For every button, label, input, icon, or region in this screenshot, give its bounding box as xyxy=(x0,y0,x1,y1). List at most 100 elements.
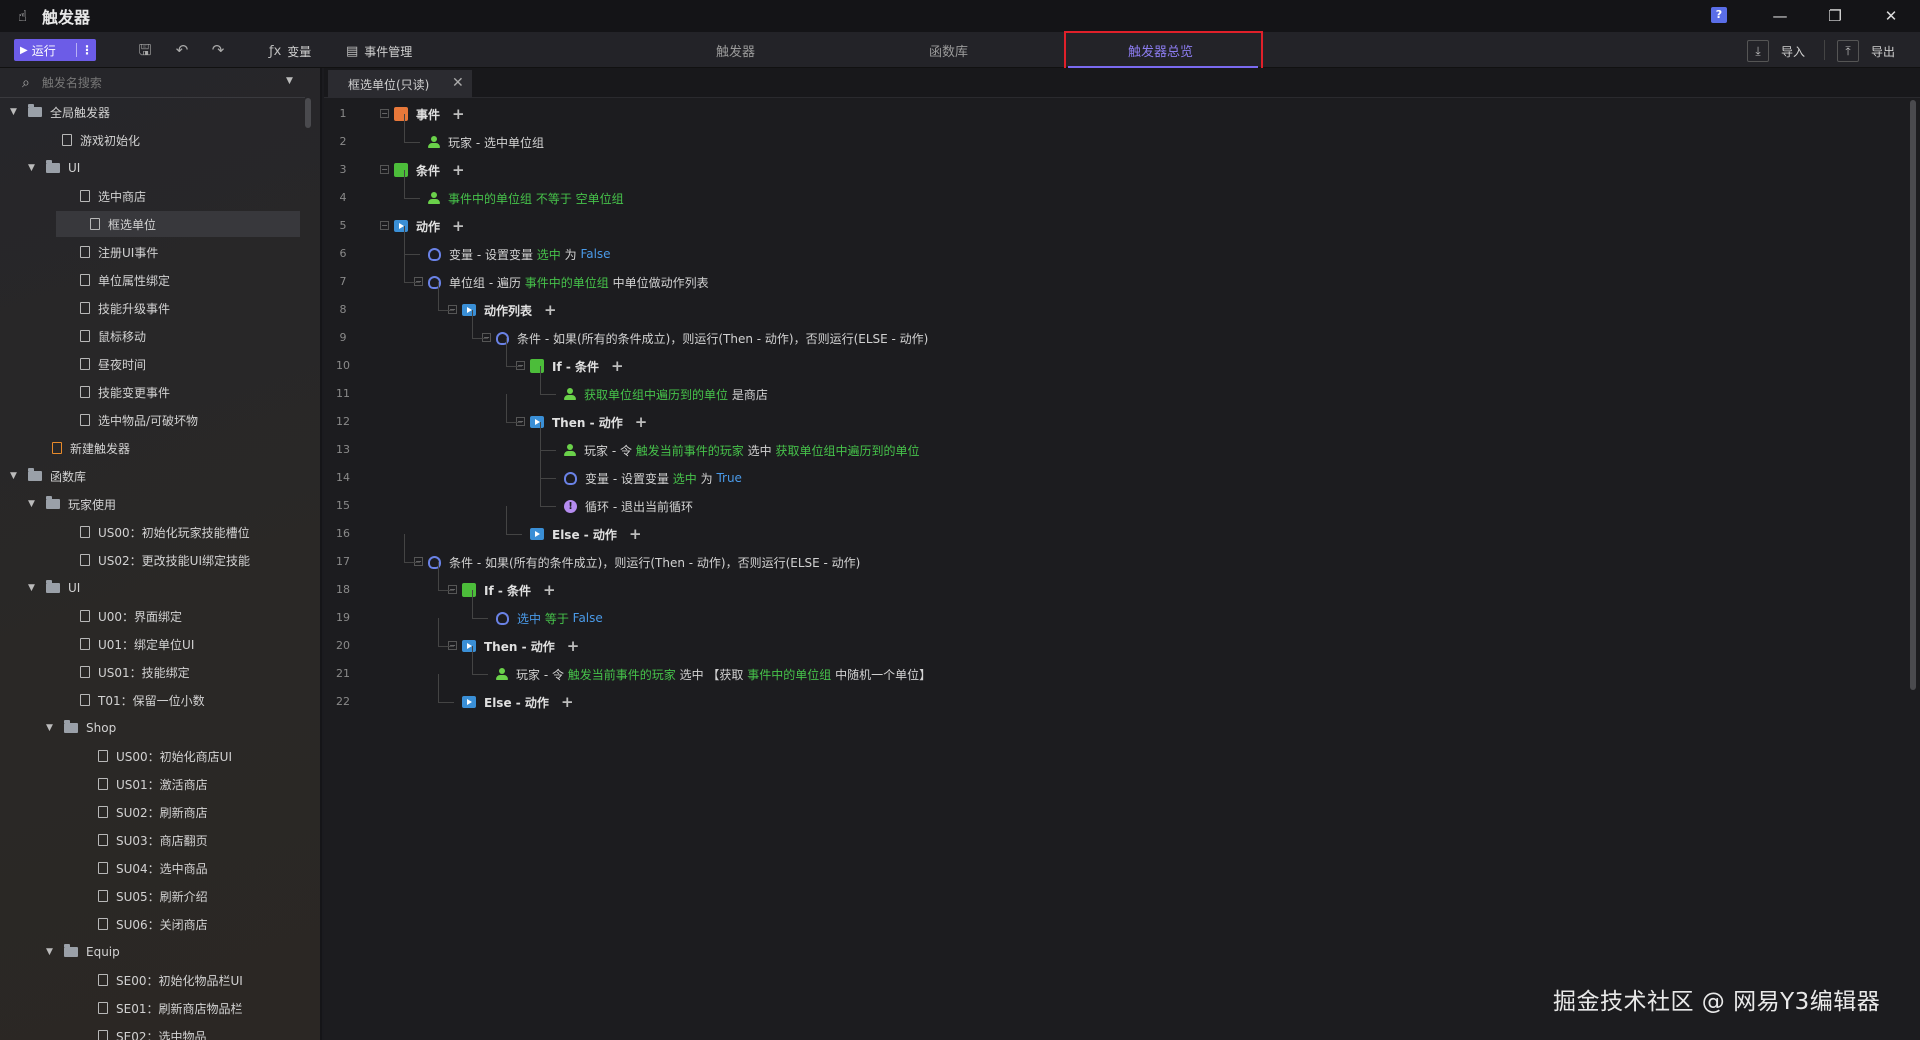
add-icon[interactable]: + xyxy=(452,161,465,179)
restore-button[interactable]: ❐ xyxy=(1820,4,1850,28)
add-icon[interactable]: + xyxy=(544,301,557,319)
tree-folder[interactable]: ▼ UI xyxy=(28,155,300,181)
tree-item[interactable]: SU04：选中商品 xyxy=(64,855,300,881)
tree-folder[interactable]: ▼ UI xyxy=(28,575,300,601)
tree-item[interactable]: 单位属性绑定 xyxy=(46,267,300,293)
tree-item[interactable]: SE01：刷新商店物品栏 xyxy=(64,995,300,1021)
save-icon[interactable]: 🖫 xyxy=(135,40,155,60)
trigger-line[interactable]: 条件 - 如果(所有的条件成立)，则运行(Then - 动作)，否则运行(ELS… xyxy=(428,552,860,572)
trigger-line[interactable]: 选中 等于 False xyxy=(496,608,603,628)
trigger-line[interactable]: Else - 动作 + xyxy=(462,692,574,712)
search-input[interactable] xyxy=(41,75,252,90)
parameter-token[interactable]: False xyxy=(573,611,603,625)
undo-icon[interactable]: ↶ xyxy=(172,40,192,60)
parameter-token[interactable]: True xyxy=(716,471,742,485)
tree-item[interactable]: SU03：商店翻页 xyxy=(64,827,300,853)
expand-arrow-icon[interactable]: ▼ xyxy=(46,723,56,733)
tree-folder[interactable]: ▼ Shop xyxy=(46,715,300,741)
tree-item[interactable]: US01：激活商店 xyxy=(64,771,300,797)
trigger-line[interactable]: 获取单位组中遍历到的单位 是商店 xyxy=(564,384,768,404)
parameter-token[interactable]: 触发当前事件的玩家 xyxy=(636,442,744,459)
expand-arrow-icon[interactable]: ▼ xyxy=(28,583,38,593)
add-icon[interactable]: + xyxy=(543,581,556,599)
tree-folder[interactable]: ▼ 全局触发器 xyxy=(10,99,300,125)
parameter-token[interactable]: 获取单位组中遍历到的单位 xyxy=(584,386,728,403)
help-icon[interactable]: ? xyxy=(1711,7,1727,23)
redo-icon[interactable]: ↷ xyxy=(208,40,228,60)
add-icon[interactable]: + xyxy=(567,637,580,655)
parameter-token[interactable]: 事件中的单位组 xyxy=(747,666,831,683)
expand-arrow-icon[interactable]: ▼ xyxy=(46,947,56,957)
tree-item[interactable]: SU06：关闭商店 xyxy=(64,911,300,937)
tree-folder[interactable]: ▼ Equip xyxy=(46,939,300,965)
collapse-toggle-icon[interactable]: − xyxy=(380,221,389,230)
parameter-token[interactable]: 事件中的单位组 xyxy=(448,190,532,207)
add-icon[interactable]: + xyxy=(629,525,642,543)
tree-item[interactable]: US00：初始化商店UI xyxy=(64,743,300,769)
trigger-line[interactable]: Else - 动作 + xyxy=(530,524,642,544)
chevron-down-icon[interactable]: ▼ xyxy=(286,76,293,86)
tree-item[interactable]: 选中物品/可破坏物 xyxy=(46,407,300,433)
trigger-line[interactable]: 变量 - 设置变量 选中 为 True xyxy=(564,468,742,488)
trigger-line[interactable]: ! 循环 - 退出当前循环 xyxy=(564,496,693,516)
run-button[interactable]: ▶ 运行 ⋮ xyxy=(14,39,96,61)
parameter-token[interactable]: 选中 xyxy=(537,246,561,263)
tree-item[interactable]: US02：更改技能UI绑定技能 xyxy=(46,547,300,573)
more-options-icon[interactable]: ⋮ xyxy=(80,39,94,61)
tree-item[interactable]: 游戏初始化 xyxy=(28,127,300,153)
trigger-line[interactable]: Then - 动作 + xyxy=(462,636,579,656)
tree-item[interactable]: 新建触发器 xyxy=(28,435,300,461)
tree-item[interactable]: SU02：刷新商店 xyxy=(64,799,300,825)
tree-item[interactable]: 技能升级事件 xyxy=(46,295,300,321)
editor-scrollbar[interactable] xyxy=(1910,100,1916,690)
trigger-line[interactable]: 玩家 - 选中单位组 xyxy=(428,132,544,152)
add-icon[interactable]: + xyxy=(561,693,574,711)
trigger-line[interactable]: Then - 动作 + xyxy=(530,412,647,432)
import-button[interactable]: ⤓ 导入 xyxy=(1747,40,1805,62)
parameter-token[interactable]: 不等于 xyxy=(532,190,576,207)
add-icon[interactable]: + xyxy=(635,413,648,431)
expand-arrow-icon[interactable]: ▼ xyxy=(10,471,20,481)
expand-arrow-icon[interactable]: ▼ xyxy=(10,107,20,117)
trigger-line[interactable]: 动作列表 + xyxy=(462,300,557,320)
trigger-line[interactable]: If - 条件 + xyxy=(530,356,624,376)
tree-item[interactable]: SE02：选中物品 xyxy=(64,1023,300,1040)
tree-item[interactable]: U01：绑定单位UI xyxy=(46,631,300,657)
trigger-line[interactable]: 玩家 - 令 触发当前事件的玩家 选中 【获取 事件中的单位组 中随机一个单位】 xyxy=(496,664,931,684)
tree-item[interactable]: SU05：刷新介绍 xyxy=(64,883,300,909)
add-icon[interactable]: + xyxy=(452,217,465,235)
collapse-toggle-icon[interactable]: − xyxy=(380,165,389,174)
close-button[interactable]: ✕ xyxy=(1876,4,1906,28)
sidebar-scrollbar[interactable] xyxy=(305,98,311,128)
parameter-token[interactable]: False xyxy=(580,247,610,261)
tree-item[interactable]: 注册UI事件 xyxy=(46,239,300,265)
trigger-line[interactable]: If - 条件 + xyxy=(462,580,556,600)
event-management-button[interactable]: ▤ 事件管理 xyxy=(346,41,412,61)
variables-button[interactable]: ƒx 变量 xyxy=(269,41,311,61)
export-button[interactable]: ⤒ 导出 xyxy=(1837,40,1895,62)
parameter-token[interactable]: 获取单位组中遍历到的单位 xyxy=(775,442,919,459)
trigger-line[interactable]: 条件 - 如果(所有的条件成立)，则运行(Then - 动作)，否则运行(ELS… xyxy=(496,328,928,348)
tree-item[interactable]: 鼠标移动 xyxy=(46,323,300,349)
tree-folder[interactable]: ▼ 函数库 xyxy=(10,463,300,489)
tree-item[interactable]: US01：技能绑定 xyxy=(46,659,300,685)
expand-arrow-icon[interactable]: ▼ xyxy=(28,163,38,173)
add-icon[interactable]: + xyxy=(611,357,624,375)
parameter-token[interactable]: 等于 xyxy=(541,610,573,627)
add-icon[interactable]: + xyxy=(452,105,465,123)
tree-item[interactable]: US00：初始化玩家技能槽位 xyxy=(46,519,300,545)
minimize-button[interactable]: — xyxy=(1765,4,1795,28)
tree-item[interactable]: SE00：初始化物品栏UI xyxy=(64,967,300,993)
trigger-line[interactable]: 变量 - 设置变量 选中 为 False xyxy=(428,244,611,264)
close-icon[interactable]: ✕ xyxy=(452,75,464,91)
tree-item[interactable]: 框选单位 xyxy=(56,211,300,237)
tree-folder[interactable]: ▼ 玩家使用 xyxy=(28,491,300,517)
trigger-line[interactable]: 玩家 - 令 触发当前事件的玩家 选中 获取单位组中遍历到的单位 xyxy=(564,440,919,460)
trigger-line[interactable]: 事件中的单位组 不等于 空单位组 xyxy=(428,188,624,208)
expand-arrow-icon[interactable]: ▼ xyxy=(28,499,38,509)
tab-function-library[interactable]: 函数库 xyxy=(929,41,968,60)
tree-item[interactable]: 技能变更事件 xyxy=(46,379,300,405)
collapse-toggle-icon[interactable]: − xyxy=(380,109,389,118)
tree-item[interactable]: 选中商店 xyxy=(46,183,300,209)
tree-item[interactable]: 昼夜时间 xyxy=(46,351,300,377)
